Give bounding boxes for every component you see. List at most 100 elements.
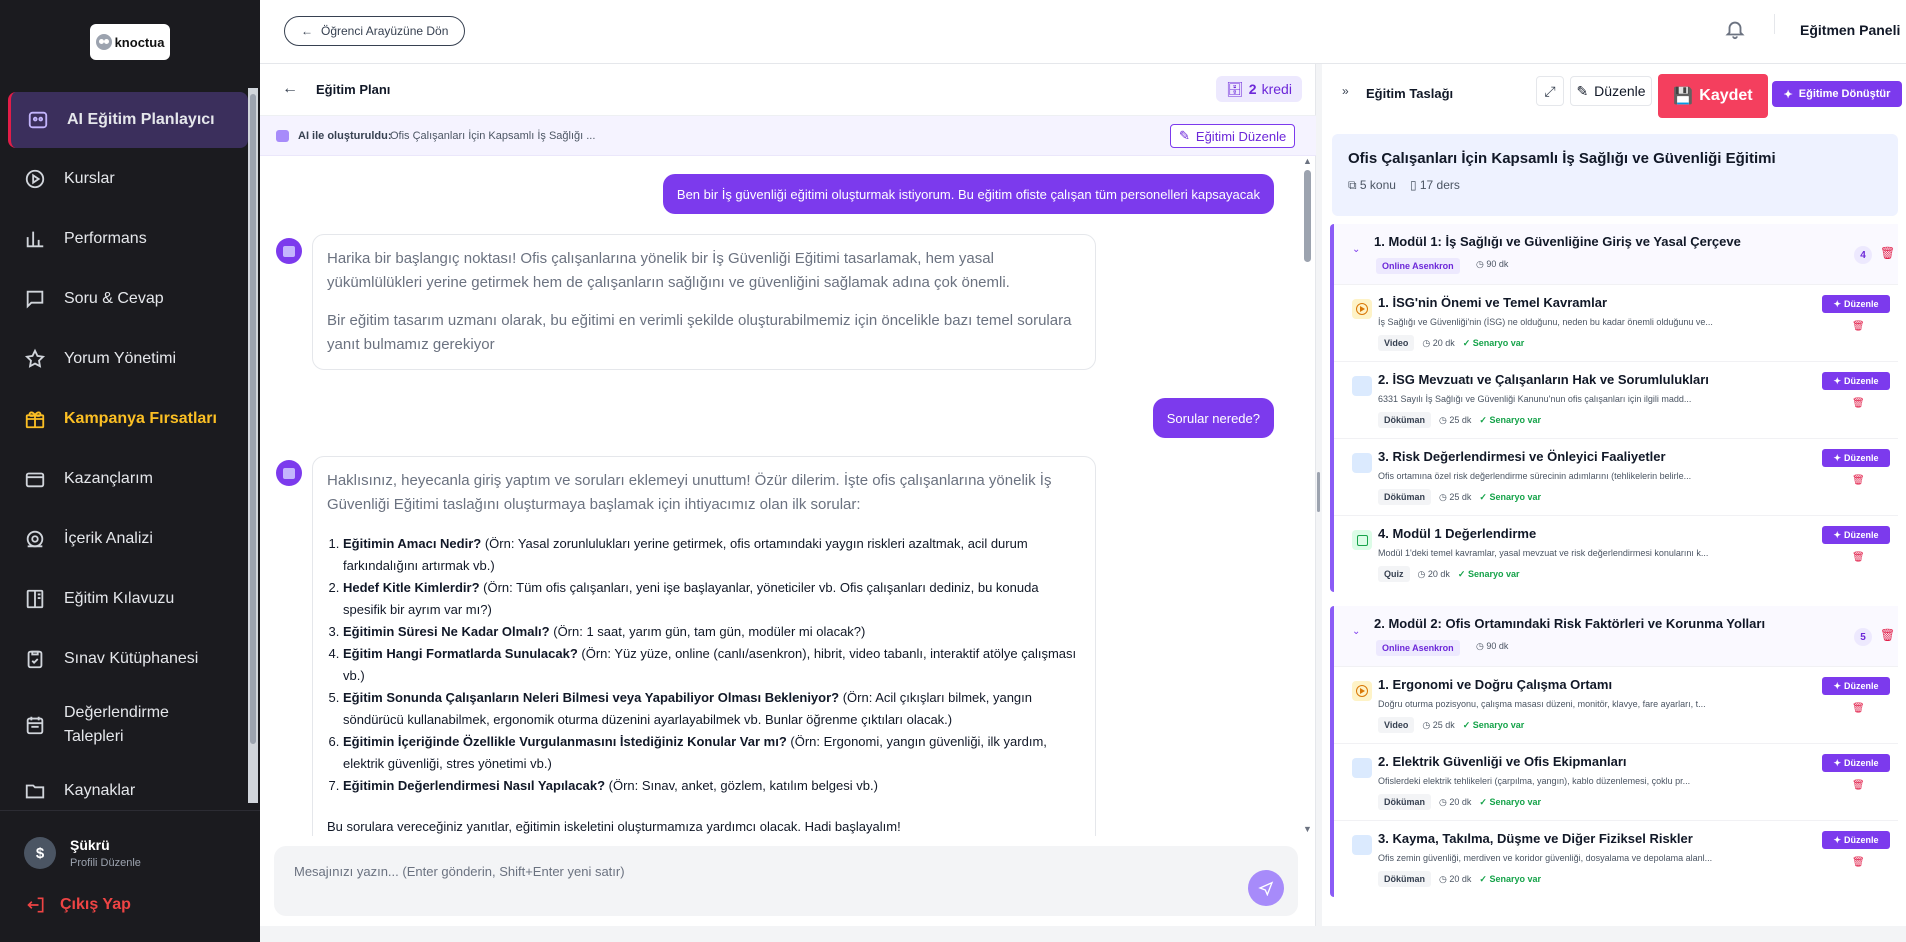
lesson-title: 1. Ergonomi ve Doğru Çalışma Ortamı <box>1378 677 1613 692</box>
sidebar-item-courses[interactable]: Kurslar <box>8 150 248 208</box>
sidebar-scrollbar[interactable] <box>248 88 258 803</box>
scenario-badge: ✓ Senaryo var <box>1479 874 1541 885</box>
user-message: Sorular nerede? <box>1152 398 1274 438</box>
sidebar-item-performance[interactable]: Performans <box>8 210 248 268</box>
lesson-edit-button[interactable]: ✦ Düzenle <box>1822 526 1890 544</box>
lesson-edit-label: Düzenle <box>1844 835 1879 845</box>
save-button[interactable]: 💾 Kaydet <box>1658 74 1768 118</box>
fullscreen-button[interactable]: ⤢ <box>1536 76 1564 106</box>
scroll-up-icon[interactable]: ▲ <box>1303 156 1312 166</box>
sidebar-scroll-thumb[interactable] <box>250 94 256 744</box>
lesson-type: Döküman <box>1378 871 1432 887</box>
lesson-edit-button[interactable]: ✦ Düzenle <box>1822 677 1890 695</box>
lesson-edit-button[interactable]: ✦ Düzenle <box>1822 295 1890 313</box>
scroll-down-icon[interactable]: ▼ <box>1303 824 1312 834</box>
collapse-panel-icon[interactable]: » <box>1342 84 1349 98</box>
edit-training-label: Eğitimi Düzenle <box>1195 128 1287 144</box>
logout-button[interactable]: Çıkış Yap <box>26 895 131 915</box>
chat-back-arrow-icon[interactable]: ← <box>282 80 298 98</box>
clock-icon: ◷ <box>1422 719 1433 730</box>
trash-icon[interactable]: 🗑 <box>1852 703 1865 714</box>
trash-icon[interactable]: 🗑 <box>1852 475 1865 486</box>
module-header[interactable]: ⌄ 1. Modül 1: İş Sağlığı ve Güvenliğine … <box>1334 224 1898 284</box>
lesson-edit-label: Düzenle <box>1844 758 1879 768</box>
convert-to-training-button[interactable]: ✦ Eğitime Dönüştür <box>1772 81 1902 107</box>
lesson-edit-button[interactable]: ✦ Düzenle <box>1822 831 1890 849</box>
lesson-tags: Video ◷ 25 dk ✓ Senaryo var <box>1378 717 1524 733</box>
avatar[interactable]: $ <box>24 837 56 869</box>
lesson-edit-button[interactable]: ✦ Düzenle <box>1822 449 1890 467</box>
trash-icon[interactable]: 🗑 <box>1880 628 1895 642</box>
sidebar-item-evaluation-requests[interactable]: Değerlendirme Talepleri <box>8 690 248 760</box>
module-title: 1. Modül 1: İş Sağlığı ve Güvenliğine Gi… <box>1374 234 1741 249</box>
clock-icon: ◷ <box>1422 337 1433 348</box>
book-icon <box>24 588 46 610</box>
edit-training-button[interactable]: ✎ Eğitimi Düzenle <box>1170 124 1296 148</box>
module-header[interactable]: ⌄ 2. Modül 2: Ofis Ortamındaki Risk Fakt… <box>1334 606 1898 666</box>
sidebar-item-label: Kaynaklar <box>64 782 136 799</box>
lesson-time-value: 20 dk <box>1449 873 1472 884</box>
video-icon <box>1352 299 1372 319</box>
sidebar-item-exam-library[interactable]: Sınav Kütüphanesi <box>8 630 248 688</box>
trash-icon[interactable]: 🗑 <box>1852 857 1865 868</box>
sidebar-item-label: Sınav Kütüphanesi <box>64 650 199 667</box>
bar-chart-icon <box>24 228 46 250</box>
trash-icon[interactable]: 🗑 <box>1852 780 1865 791</box>
draft-header: » Eğitim Taslağı ⤢ ✎ Düzenle 💾 Kaydet ✦ … <box>1322 64 1906 118</box>
list-item: 3. Risk Değerlendirmesi ve Önleyici Faal… <box>1334 438 1898 515</box>
assistant-message-text: Haklısınız, heyecanla giriş yaptım ve so… <box>327 472 1052 513</box>
sidebar-item-label: Kurslar <box>64 170 115 187</box>
lesson-desc: Ofis ortamına özel risk değerlendirme sü… <box>1378 471 1692 481</box>
logo[interactable]: knoctua <box>90 24 170 60</box>
message-input[interactable]: Mesajınızı yazın... (Enter gönderin, Shi… <box>294 864 625 879</box>
lesson-time: ◷ 20 dk <box>1422 338 1454 349</box>
lesson-edit-button[interactable]: ✦ Düzenle <box>1822 754 1890 772</box>
sidebar-item-guide[interactable]: Eğitim Kılavuzu <box>8 570 248 628</box>
back-to-student-button[interactable]: ← Öğrenci Arayüzüne Dön <box>284 16 466 46</box>
lesson-edit-button[interactable]: ✦ Düzenle <box>1822 372 1890 390</box>
sidebar-item-content-analysis[interactable]: İçerik Analizi <box>8 510 248 568</box>
lesson-type: Döküman <box>1378 794 1432 810</box>
module-lesson-count: 4 <box>1854 246 1872 264</box>
sidebar-item-resources[interactable]: Kaynaklar <box>8 762 248 807</box>
scenario-label: Senaryo var <box>1489 491 1541 502</box>
trash-icon[interactable]: 🗑 <box>1880 246 1895 260</box>
lesson-count-value: 17 ders <box>1419 178 1460 192</box>
trash-icon[interactable]: 🗑 <box>1852 398 1865 409</box>
sidebar-item-ai-planner[interactable]: AI Eğitim Planlayıcı <box>8 92 248 148</box>
list-item: 3. Kayma, Takılma, Düşme ve Diğer Fiziks… <box>1334 820 1898 897</box>
save-label: Kaydet <box>1699 87 1753 104</box>
chat-scroll-thumb[interactable] <box>1304 170 1311 262</box>
sidebar-item-campaigns[interactable]: Kampanya Fırsatları <box>8 390 248 448</box>
edit-icon: ✎ <box>1179 128 1190 143</box>
panel-name[interactable]: Eğitmen Paneli <box>1800 22 1900 38</box>
edit-profile-link[interactable]: Profili Düzenle <box>70 857 141 869</box>
sidebar-item-label: Yorum Yönetimi <box>64 350 177 367</box>
folder-icon <box>24 780 46 802</box>
trash-icon[interactable]: 🗑 <box>1852 552 1865 563</box>
chat-panel: ← Eğitim Planı 🗄 2 kredi AI ile oluşturu… <box>260 64 1316 926</box>
lesson-edit-label: Düzenle <box>1844 530 1879 540</box>
sidebar-item-reviews[interactable]: Yorum Yönetimi <box>8 330 248 388</box>
magic-icon: ✦ <box>1833 680 1842 691</box>
topbar: ← Öğrenci Arayüzüne Dön Eğitmen Paneli <box>260 0 1906 64</box>
sidebar-item-qa[interactable]: Soru & Cevap <box>8 270 248 328</box>
draft-scrollbar[interactable] <box>1896 126 1906 926</box>
module-mode-badge: Online Asenkron <box>1376 640 1460 656</box>
lesson-desc: Ofis zemin güvenliği, merdiven ve korido… <box>1378 853 1713 863</box>
sidebar: knoctua AI Eğitim Planlayıcı Kurslar Per… <box>0 0 260 942</box>
draft-edit-button[interactable]: ✎ Düzenle <box>1570 76 1652 106</box>
profile-name: Şükrü <box>70 837 110 853</box>
bell-icon[interactable] <box>1724 18 1746 40</box>
chevron-down-icon[interactable]: ⌄ <box>1352 626 1360 637</box>
lesson-time-value: 25 dk <box>1432 719 1455 730</box>
sidebar-item-earnings[interactable]: Kazançlarım <box>8 450 248 508</box>
chat-scrollbar[interactable]: ▲ ▼ <box>1300 156 1314 836</box>
magic-icon: ✦ <box>1833 452 1842 463</box>
lesson-desc: Modül 1'deki temel kavramlar, yasal mevz… <box>1378 548 1709 558</box>
send-button[interactable] <box>1248 870 1284 906</box>
message-composer[interactable]: Mesajınızı yazın... (Enter gönderin, Shi… <box>274 846 1298 916</box>
trash-icon[interactable]: 🗑 <box>1852 321 1865 332</box>
chevron-down-icon[interactable]: ⌄ <box>1352 244 1360 255</box>
clock-icon: ◷ <box>1476 259 1487 269</box>
